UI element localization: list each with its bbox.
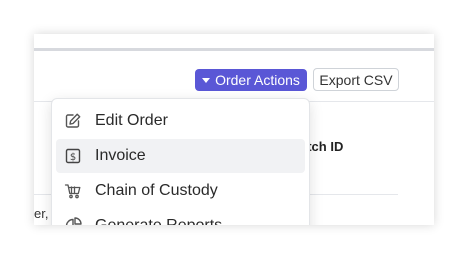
menu-item-invoice[interactable]: $ Invoice <box>56 139 305 173</box>
caret-down-icon <box>202 78 211 83</box>
menu-item-label: Invoice <box>95 147 146 164</box>
pie-chart-icon <box>64 217 82 225</box>
svg-text:$: $ <box>70 152 76 163</box>
order-panel: Order Actions Export CSV atch ID er, Edi… <box>34 34 434 225</box>
order-actions-button[interactable]: Order Actions <box>195 69 307 91</box>
menu-item-edit-order[interactable]: Edit Order <box>56 104 305 138</box>
order-actions-menu: Edit Order $ Invoice Chain of Custody <box>51 98 310 225</box>
menu-item-label: Chain of Custody <box>95 182 218 199</box>
order-actions-label: Order Actions <box>215 72 300 88</box>
menu-item-label: Generate Reports <box>95 217 222 225</box>
edit-icon <box>64 112 82 130</box>
invoice-icon: $ <box>64 147 82 165</box>
menu-item-generate-reports[interactable]: Generate Reports <box>56 209 305 225</box>
cart-icon <box>64 182 82 200</box>
panel-top-border <box>34 48 434 51</box>
menu-item-label: Edit Order <box>95 112 168 129</box>
table-cell-text: er, <box>34 206 49 221</box>
export-csv-button[interactable]: Export CSV <box>313 68 399 91</box>
menu-item-chain-of-custody[interactable]: Chain of Custody <box>56 174 305 208</box>
